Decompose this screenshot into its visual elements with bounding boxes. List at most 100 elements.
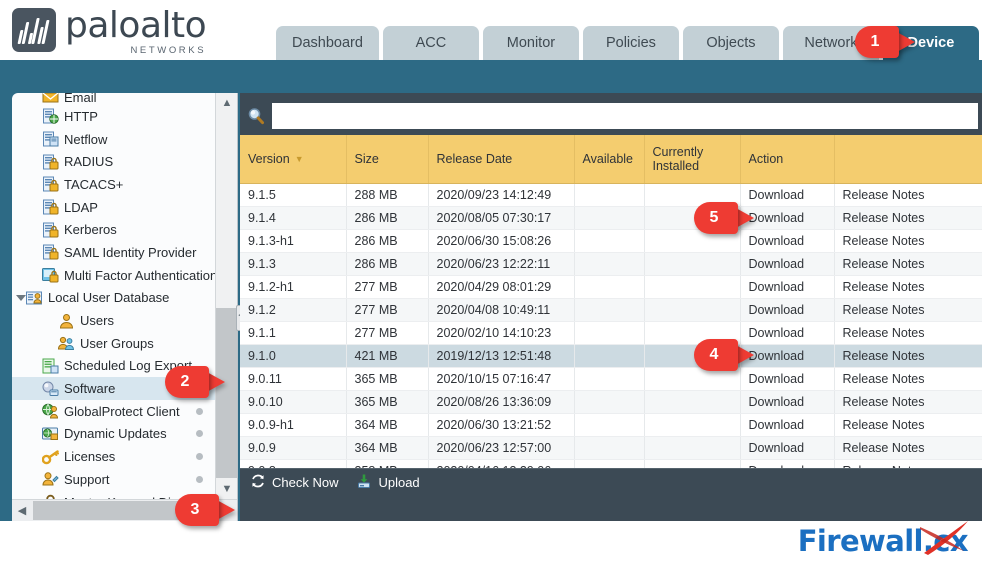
sidebar-item-email[interactable]: Email	[12, 93, 216, 105]
release-notes-link[interactable]: Release Notes	[834, 183, 982, 207]
sidebar-item-tacacs[interactable]: TACACS+	[12, 173, 216, 196]
cell-available	[574, 298, 645, 322]
table-row[interactable]: 9.0.11 365 MB 2020/10/15 07:16:47 Download R…	[240, 367, 982, 391]
download-link[interactable]: Download	[740, 390, 835, 414]
sidebar-item-licenses[interactable]: Licenses	[12, 445, 216, 468]
cell-available	[574, 344, 645, 368]
download-link[interactable]: Download	[740, 413, 835, 437]
sidebar-vertical-scrollbar[interactable]: ▲ ▼	[215, 93, 237, 499]
sidebar-item-label: Dynamic Updates	[64, 426, 167, 442]
download-link[interactable]: Download	[740, 436, 835, 460]
table-row[interactable]: 9.0.9-h1 364 MB 2020/06/30 13:21:52 Downloa…	[240, 413, 982, 437]
release-notes-link[interactable]: Release Notes	[834, 436, 982, 460]
release-notes-link[interactable]: Release Notes	[834, 344, 982, 368]
sidebar-item-radius[interactable]: RADIUS	[12, 150, 216, 173]
sidebar-item-local-user-database[interactable]: Local User Database	[12, 287, 216, 310]
tab-monitor[interactable]: Monitor	[482, 26, 579, 60]
sidebar-item-netflow[interactable]: Netflow	[12, 128, 216, 151]
table-row[interactable]: 9.1.0 421 MB 2019/12/13 12:51:48 Download Re…	[240, 344, 982, 368]
tree-expander-icon[interactable]	[15, 292, 26, 303]
sidebar-item-label: RADIUS	[64, 154, 114, 170]
table-row[interactable]: 9.1.2-h1 277 MB 2020/04/29 08:01:29 Downloa…	[240, 275, 982, 299]
cell-release-date: 2019/12/13 12:51:48	[428, 344, 575, 368]
download-link[interactable]: Download	[740, 183, 835, 207]
tab-dashboard[interactable]: Dashboard	[276, 26, 379, 60]
tab-policies[interactable]: Policies	[582, 26, 679, 60]
sidebar-item-multi-factor-authentication[interactable]: Multi Factor Authentication	[12, 264, 216, 287]
column-header-release-date[interactable]: Release Date	[428, 135, 575, 184]
check-now-button[interactable]: Check Now	[250, 473, 338, 492]
sidebar-item-label: Netflow	[64, 131, 108, 147]
paloalto-logo: paloalto NETWORKS	[12, 8, 207, 56]
download-link[interactable]: Download	[740, 298, 835, 322]
sidebar-item-kerberos[interactable]: Kerberos	[12, 218, 216, 241]
download-link[interactable]: Download	[740, 344, 835, 368]
download-link[interactable]: Download	[740, 206, 835, 230]
cell-size: 286 MB	[346, 206, 429, 230]
table-row[interactable]: 9.1.2 277 MB 2020/04/08 10:49:11 Download Re…	[240, 298, 982, 322]
sidebar-item-globalprotect-client[interactable]: GlobalProtect Client	[12, 400, 216, 423]
column-header-size[interactable]: Size	[346, 135, 429, 184]
upload-icon	[356, 473, 372, 492]
sidebar-item-support[interactable]: Support	[12, 468, 216, 491]
release-notes-link[interactable]: Release Notes	[834, 229, 982, 253]
callout-marker-3: 3	[175, 494, 235, 526]
search-icon[interactable]	[240, 107, 272, 125]
table-row[interactable]: 9.1.3 286 MB 2020/06/23 12:22:11 Download Re…	[240, 252, 982, 276]
sidebar-item-users[interactable]: Users	[12, 309, 216, 332]
release-notes-link[interactable]: Release Notes	[834, 390, 982, 414]
cell-release-date: 2020/08/05 07:30:17	[428, 206, 575, 230]
cell-size: 277 MB	[346, 321, 429, 345]
column-header-action[interactable]: Action	[740, 135, 835, 184]
table-row[interactable]: 9.1.1 277 MB 2020/02/10 14:10:23 Download Re…	[240, 321, 982, 345]
scroll-left-arrow-icon[interactable]: ◀	[12, 500, 32, 521]
table-row[interactable]: 9.0.10 365 MB 2020/08/26 13:36:09 Download R…	[240, 390, 982, 414]
swoosh-icon	[920, 521, 968, 555]
sidebar-item-status-dot	[196, 475, 203, 483]
table-row[interactable]: 9.1.5 288 MB 2020/09/23 14:12:49 Download Re…	[240, 183, 982, 207]
download-link[interactable]: Download	[740, 321, 835, 345]
sidebar-item-saml-identity-provider[interactable]: SAML Identity Provider	[12, 241, 216, 264]
download-link[interactable]: Download	[740, 252, 835, 276]
tab-objects[interactable]: Objects	[682, 26, 779, 60]
cell-release-date: 2020/04/29 08:01:29	[428, 275, 575, 299]
column-header-version[interactable]: Version ▼	[240, 135, 347, 184]
sidebar-item-dynamic-updates[interactable]: Dynamic Updates	[12, 423, 216, 446]
release-notes-link[interactable]: Release Notes	[834, 275, 982, 299]
sidebar-item-label: HTTP	[64, 108, 98, 124]
callout-marker-1: 1	[855, 26, 915, 58]
sidebar-item-label: User Groups	[80, 335, 154, 351]
release-notes-link[interactable]: Release Notes	[834, 413, 982, 437]
release-notes-link[interactable]: Release Notes	[834, 252, 982, 276]
callout-number: 1	[855, 26, 899, 58]
sidebar-item-user-groups[interactable]: User Groups	[12, 332, 216, 355]
globalprotect-icon	[42, 403, 59, 419]
scroll-up-arrow-icon[interactable]: ▲	[216, 93, 237, 113]
licenses-key-icon	[42, 449, 59, 465]
download-link[interactable]: Download	[740, 275, 835, 299]
column-header-label: Version	[248, 151, 290, 166]
search-input[interactable]	[272, 103, 978, 129]
sidebar-item-label: Software	[64, 381, 116, 397]
column-header-currently-installed[interactable]: Currently Installed	[644, 135, 741, 184]
cell-release-date: 2020/06/30 15:08:26	[428, 229, 575, 253]
column-header-available[interactable]: Available	[574, 135, 645, 184]
table-row[interactable]: 9.0.9 364 MB 2020/06/23 12:57:00 Download Re…	[240, 436, 982, 460]
cell-available	[574, 183, 645, 207]
column-header-blank[interactable]	[834, 135, 982, 184]
sidebar-item-http[interactable]: HTTP	[12, 105, 216, 128]
table-row[interactable]: 9.1.4 286 MB 2020/08/05 07:30:17 Download Re…	[240, 206, 982, 230]
release-notes-link[interactable]: Release Notes	[834, 367, 982, 391]
download-link[interactable]: Download	[740, 229, 835, 253]
release-notes-link[interactable]: Release Notes	[834, 206, 982, 230]
release-notes-link[interactable]: Release Notes	[834, 321, 982, 345]
download-link[interactable]: Download	[740, 367, 835, 391]
column-header-label: Currently Installed	[652, 144, 704, 173]
cell-size: 364 MB	[346, 436, 429, 460]
sidebar-item-ldap[interactable]: LDAP	[12, 196, 216, 219]
upload-button[interactable]: Upload	[356, 473, 420, 492]
release-notes-link[interactable]: Release Notes	[834, 298, 982, 322]
table-row[interactable]: 9.1.3-h1 286 MB 2020/06/30 15:08:26 Downloa…	[240, 229, 982, 253]
refresh-icon	[250, 473, 266, 492]
tab-acc[interactable]: ACC	[382, 26, 479, 60]
